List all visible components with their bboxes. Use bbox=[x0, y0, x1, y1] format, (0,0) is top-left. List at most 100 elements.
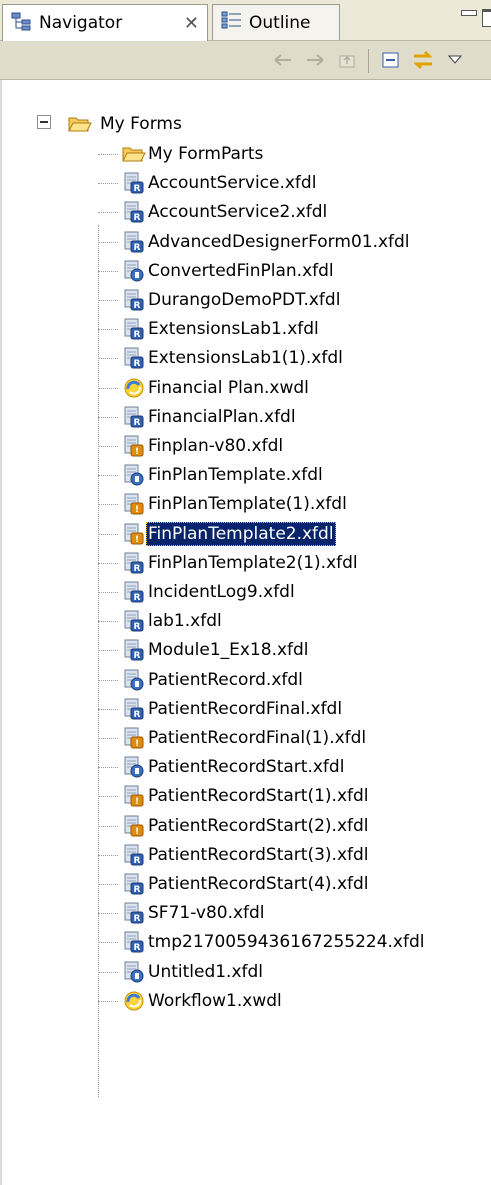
svg-text:!: ! bbox=[135, 827, 139, 837]
tree-root-label: My Forms bbox=[100, 114, 182, 134]
tree-item-label: Finplan-v80.xfdl bbox=[148, 436, 284, 456]
minimize-view-button[interactable] bbox=[458, 6, 478, 26]
link-editor-icon[interactable] bbox=[412, 49, 434, 71]
tree-connector bbox=[98, 475, 118, 477]
tree-item[interactable]: R FinancialPlan.xfdl bbox=[0, 402, 491, 432]
tree-item[interactable]: R ExtensionsLab1.xfdl bbox=[0, 314, 491, 344]
tree-connector bbox=[98, 767, 118, 769]
maximize-view-button[interactable] bbox=[482, 6, 491, 27]
tree-connector bbox=[98, 446, 118, 447]
tree-item-label: PatientRecordFinal.xfdl bbox=[148, 698, 343, 719]
tree-item[interactable]: ! FinPlanTemplate(1).xfdl bbox=[0, 489, 491, 519]
tree-connector bbox=[98, 854, 118, 856]
svg-text:R: R bbox=[134, 243, 141, 253]
tree-item[interactable]: R AccountService.xfdl bbox=[0, 168, 491, 198]
tree-item-label: FinPlanTemplate(1).xfdl bbox=[148, 494, 347, 515]
tree-item[interactable]: ! FinPlanTemplate2.xfdl bbox=[0, 519, 491, 549]
tree-connector bbox=[98, 738, 118, 739]
tree-item[interactable]: PatientRecordStart.xfdl bbox=[0, 752, 491, 782]
tree-connector bbox=[98, 533, 118, 535]
tree-connector bbox=[98, 913, 118, 915]
tree-connector bbox=[98, 592, 118, 593]
tree-item[interactable]: R Module1_Ex18.xfdl bbox=[0, 635, 491, 665]
tree-item[interactable]: Rlab1.xfdl bbox=[0, 606, 491, 636]
svg-text:!: ! bbox=[135, 535, 139, 545]
navigator-tree: My Forms My FormParts R AccountService.xfd… bbox=[0, 80, 491, 1185]
tree-connector bbox=[98, 884, 118, 885]
collapse-all-icon[interactable] bbox=[380, 49, 402, 71]
tree-item-label: PatientRecord.xfdl bbox=[148, 669, 303, 690]
tab-outline[interactable]: Outline bbox=[212, 4, 340, 40]
tree-item-label: PatientRecordStart(4).xfdl bbox=[148, 874, 369, 894]
xfdl-form-icon: R bbox=[122, 171, 146, 195]
xfdl-warning-form-icon: ! bbox=[122, 434, 146, 458]
tree-connector bbox=[98, 796, 118, 798]
tree-item[interactable]: R PatientRecordFinal.xfdl bbox=[0, 694, 491, 724]
back-arrow-icon[interactable] bbox=[272, 49, 294, 71]
svg-text:!: ! bbox=[135, 447, 139, 457]
xfdl-form-icon: R bbox=[122, 346, 146, 370]
tree-connector bbox=[98, 358, 118, 360]
tree-item-label: PatientRecordStart(2).xfdl bbox=[148, 815, 369, 836]
view-menu-icon[interactable] bbox=[444, 49, 466, 71]
tree-item-label: DurangoDemoPDT.xfdl bbox=[148, 290, 341, 310]
xfdl-form-icon: R bbox=[122, 697, 146, 721]
tree-item[interactable]: Financial Plan.xwdl bbox=[0, 373, 491, 403]
tree-item[interactable]: R PatientRecordStart(3).xfdl bbox=[0, 840, 491, 870]
tree-item[interactable]: Untitled1.xfdl bbox=[0, 957, 491, 987]
tree-item[interactable]: Workflow1.xwdl bbox=[0, 986, 491, 1016]
xfdl-info-form-icon bbox=[122, 668, 146, 692]
tree-item-label: IncidentLog9.xfdl bbox=[148, 582, 295, 602]
tree-connector bbox=[98, 416, 118, 418]
tree-item[interactable]: ! PatientRecordStart(1).xfdl bbox=[0, 781, 491, 811]
tree-item-label: ExtensionsLab1.xfdl bbox=[148, 319, 319, 340]
tree-connector bbox=[98, 562, 118, 564]
tab-outline-label: Outline bbox=[249, 12, 311, 33]
tree-item[interactable]: My FormParts bbox=[0, 139, 491, 169]
xfdl-info-form-icon bbox=[122, 960, 146, 984]
tree-item[interactable]: R SF71-v80.xfdl bbox=[0, 898, 491, 928]
tree-item[interactable]: R IncidentLog9.xfdl bbox=[0, 577, 491, 607]
tree-item-label: PatientRecordStart(3).xfdl bbox=[148, 844, 369, 865]
tree-item[interactable]: Rtmp2170059436167255224.xfdl bbox=[0, 927, 491, 957]
toolbar-separator bbox=[368, 49, 369, 73]
tree-connector bbox=[98, 504, 118, 506]
forward-arrow-icon[interactable] bbox=[304, 49, 326, 71]
tab-navigator[interactable]: Navigator ✕ bbox=[2, 4, 208, 41]
tree-item[interactable]: ! PatientRecordFinal(1).xfdl bbox=[0, 723, 491, 753]
tree-root-row[interactable]: My Forms bbox=[0, 109, 491, 139]
xfdl-form-icon: R bbox=[122, 580, 146, 604]
tab-navigator-label: Navigator bbox=[39, 13, 123, 33]
tree-item[interactable]: ! Finplan-v80.xfdl bbox=[0, 431, 491, 461]
tree-item[interactable]: R AccountService2.xfdl bbox=[0, 197, 491, 227]
svg-text:R: R bbox=[134, 418, 141, 428]
tree-item-label: tmp2170059436167255224.xfdl bbox=[148, 932, 425, 953]
tree-item-label: FinPlanTemplate.xfdl bbox=[148, 465, 323, 486]
tree-item[interactable]: R AdvancedDesignerForm01.xfdl bbox=[0, 227, 491, 257]
tree-connector bbox=[98, 329, 118, 331]
workflow-icon bbox=[122, 376, 146, 400]
xfdl-form-icon: R bbox=[122, 551, 146, 575]
tree-item[interactable]: ! PatientRecordStart(2).xfdl bbox=[0, 811, 491, 841]
tree-item[interactable]: FinPlanTemplate.xfdl bbox=[0, 460, 491, 490]
tree-item-label: Financial Plan.xwdl bbox=[148, 377, 309, 398]
xfdl-info-form-icon bbox=[122, 755, 146, 779]
tree-item[interactable]: PatientRecord.xfdl bbox=[0, 665, 491, 695]
tree-item[interactable]: R PatientRecordStart(4).xfdl bbox=[0, 869, 491, 899]
tree-item[interactable]: R ExtensionsLab1(1).xfdl bbox=[0, 343, 491, 373]
xfdl-form-icon: R bbox=[122, 405, 146, 429]
tree-connector bbox=[98, 241, 118, 243]
tree-item[interactable]: R DurangoDemoPDT.xfdl bbox=[0, 285, 491, 315]
close-icon[interactable]: ✕ bbox=[184, 13, 199, 34]
tree-item[interactable]: ConvertedFinPlan.xfdl bbox=[0, 256, 491, 286]
svg-text:R: R bbox=[134, 213, 141, 223]
svg-text:R: R bbox=[134, 301, 141, 311]
tree-item-label: PatientRecordFinal(1).xfdl bbox=[148, 728, 367, 748]
collapse-toggle-icon[interactable] bbox=[37, 115, 51, 129]
tree-item-label: AdvancedDesignerForm01.xfdl bbox=[148, 231, 410, 252]
tree-item[interactable]: R FinPlanTemplate2(1).xfdl bbox=[0, 548, 491, 578]
workflow-icon bbox=[122, 989, 146, 1013]
go-up-icon[interactable] bbox=[336, 49, 358, 71]
view-tab-bar: Navigator ✕ Outline bbox=[0, 0, 491, 41]
tree-item-label: AccountService.xfdl bbox=[148, 173, 317, 194]
